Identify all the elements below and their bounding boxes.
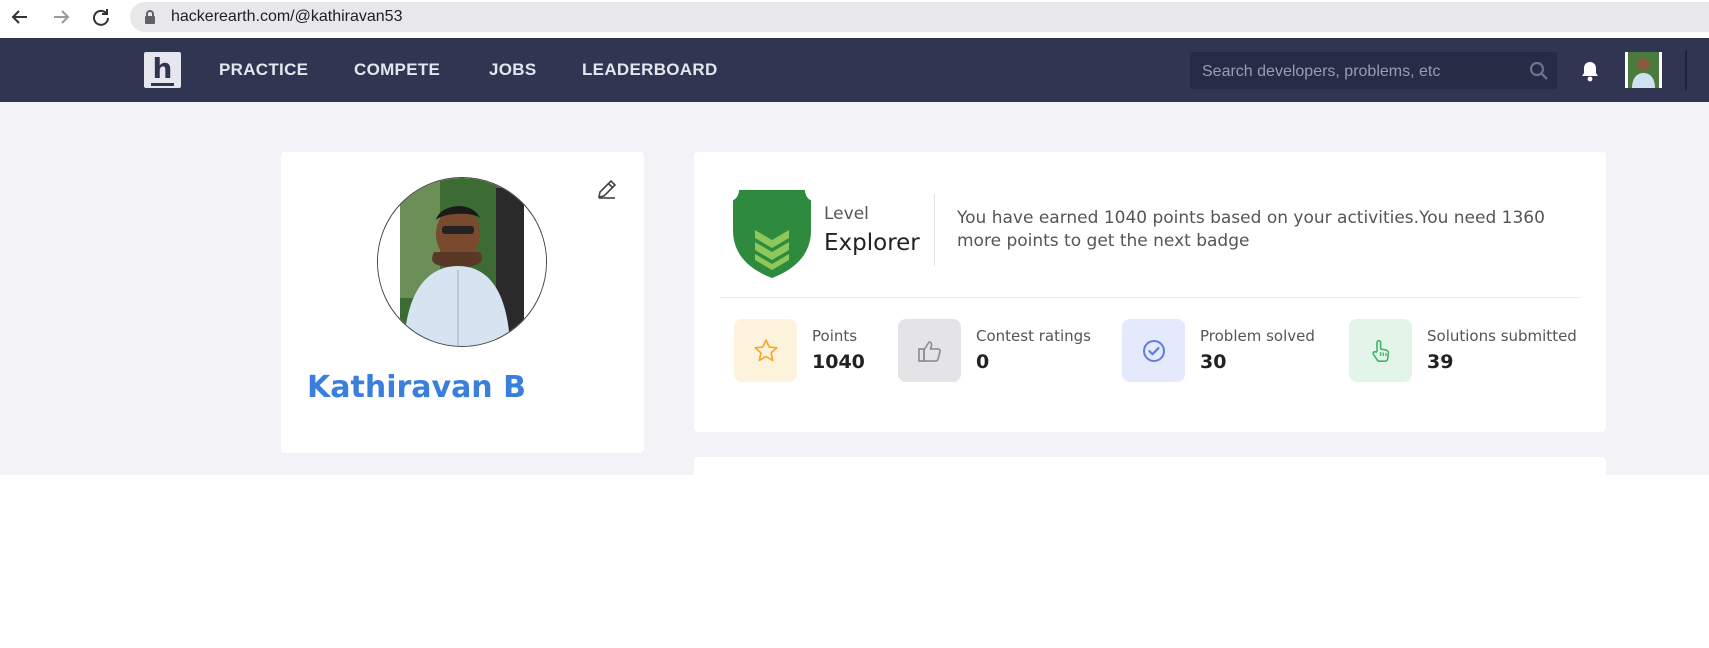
stat-label: Points (812, 327, 858, 345)
profile-card: Kathiravan B (281, 152, 644, 453)
stat-label: Contest ratings (976, 327, 1091, 345)
next-section-card (694, 457, 1606, 487)
level-label: Level (824, 204, 869, 224)
nav-link-leaderboard[interactable]: LEADERBOARD (582, 60, 718, 80)
stat-value: 0 (976, 351, 990, 373)
back-arrow-icon[interactable] (8, 5, 32, 29)
stats-card: Level Explorer You have earned 1040 poin… (694, 152, 1606, 432)
search-box (1190, 52, 1557, 91)
shield-badge-icon (733, 190, 811, 283)
reload-icon[interactable] (89, 5, 113, 29)
address-bar[interactable]: hackerearth.com/@kathiravan53 (130, 2, 1709, 32)
profile-page: Kathiravan B Level Explorer You have ear… (0, 102, 1709, 487)
profile-name[interactable]: Kathiravan B (307, 370, 526, 405)
search-icon[interactable] (1529, 61, 1549, 86)
stat-value: 30 (1200, 351, 1227, 373)
stat-value: 39 (1427, 351, 1454, 373)
nav-link-jobs[interactable]: JOBS (489, 60, 537, 80)
url-text[interactable]: hackerearth.com/@kathiravan53 (171, 8, 402, 26)
browser-toolbar: hackerearth.com/@kathiravan53 (0, 0, 1709, 34)
stat-label: Problem solved (1200, 327, 1315, 345)
profile-avatar (377, 177, 547, 347)
hackerearth-logo[interactable]: h (144, 52, 181, 88)
user-avatar-thumbnail[interactable] (1625, 52, 1662, 88)
hand-pointer-icon (1349, 319, 1412, 382)
thumbs-up-icon (898, 319, 961, 382)
stat-label: Solutions submitted (1427, 327, 1577, 345)
level-name: Explorer (824, 230, 920, 256)
bell-icon[interactable] (1580, 60, 1600, 87)
forward-arrow-icon[interactable] (49, 5, 73, 29)
nav-divider (1685, 50, 1687, 90)
nav-link-compete[interactable]: COMPETE (354, 60, 440, 80)
pencil-edit-icon[interactable] (596, 178, 618, 205)
star-icon (734, 319, 797, 382)
check-circle-icon (1122, 319, 1185, 382)
nav-link-practice[interactable]: PRACTICE (219, 60, 308, 80)
site-navbar: h PRACTICE COMPETE JOBS LEADERBOARD (0, 38, 1709, 102)
lock-icon (144, 9, 156, 30)
stats-divider (719, 297, 1581, 298)
points-message: You have earned 1040 points based on you… (957, 208, 1545, 251)
logo-letter: h (150, 51, 175, 86)
stat-value: 1040 (812, 351, 865, 373)
level-divider (934, 194, 935, 266)
search-input[interactable] (1190, 52, 1524, 91)
